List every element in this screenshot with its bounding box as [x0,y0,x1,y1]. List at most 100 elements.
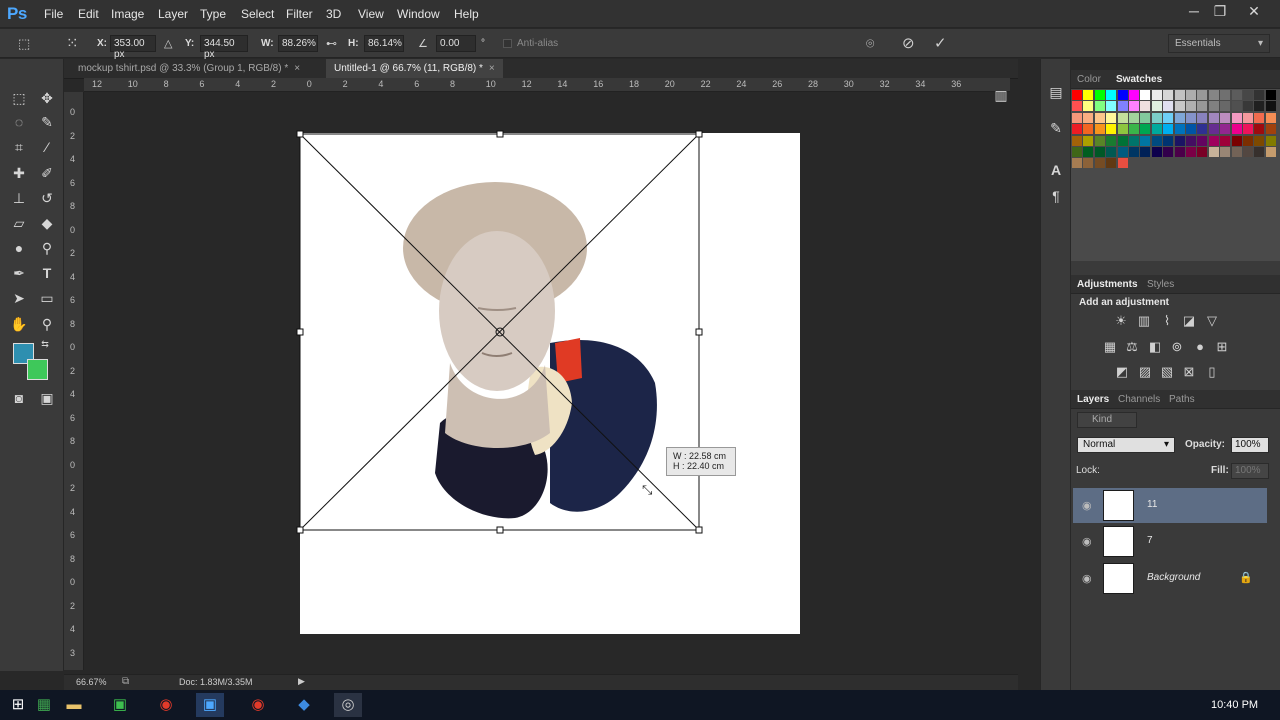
color-swatch[interactable] [1094,112,1105,123]
color-swatch[interactable] [1117,147,1128,157]
color-swatch[interactable] [1163,124,1174,135]
color-swatch[interactable] [1117,158,1128,169]
color-swatch[interactable] [1243,90,1253,100]
color-swatch[interactable] [1197,90,1208,100]
fill-input[interactable]: 100% [1231,463,1269,479]
swatches-grid[interactable] [1071,89,1280,261]
color-swatch[interactable] [1094,90,1105,100]
color-lookup-icon[interactable]: ⊞ [1214,340,1230,354]
color-swatch[interactable] [1243,124,1253,135]
color-swatch[interactable] [1083,147,1094,157]
color-swatch[interactable] [1140,112,1151,123]
color-swatch[interactable] [1163,90,1174,100]
color-swatch[interactable] [1129,112,1139,123]
channel-mixer-icon[interactable]: ● [1192,340,1208,354]
levels-icon[interactable]: ▥ [1136,314,1152,328]
color-swatch[interactable] [1197,124,1208,135]
color-swatch[interactable] [1186,135,1196,146]
color-swatch[interactable] [1231,147,1242,157]
tab-paths[interactable]: Paths [1169,394,1195,405]
color-swatch[interactable] [1117,124,1128,135]
layer-row-background[interactable]: ◉ Background 🔒 [1073,561,1267,596]
color-swatch[interactable] [1094,135,1105,146]
color-swatch[interactable] [1254,112,1265,123]
color-swatch[interactable] [1106,112,1117,123]
history-panel-icon[interactable]: ▤ [1045,81,1067,103]
color-swatch[interactable] [1220,147,1231,157]
color-swatch[interactable] [1129,124,1139,135]
color-swatch[interactable] [1140,147,1151,157]
color-swatch[interactable] [1186,101,1196,112]
color-swatch[interactable] [1174,90,1185,100]
collapsed-panel-icon[interactable]: ▥ [990,84,1012,106]
gradient-map-icon[interactable]: ▯ [1204,365,1220,379]
color-swatch[interactable] [1163,112,1174,123]
start-icon[interactable]: ⊞ [4,693,32,717]
color-swatch[interactable] [1151,135,1162,146]
paragraph-panel-icon[interactable]: ¶ [1045,185,1067,207]
export-icon[interactable]: ⧉ [122,676,129,687]
explorer-icon[interactable]: ▬ [60,693,88,717]
exposure-icon[interactable]: ◪ [1181,314,1197,328]
color-swatch[interactable] [1072,124,1082,135]
color-swatch[interactable] [1220,101,1231,112]
color-swatch[interactable] [1094,158,1105,169]
color-swatch[interactable] [1106,147,1117,157]
selective-color-icon[interactable]: ⊠ [1181,365,1197,379]
color-swatch[interactable] [1265,112,1276,123]
color-swatch[interactable] [1106,135,1117,146]
hue-saturation-icon[interactable]: ▦ [1102,340,1118,354]
color-swatch[interactable] [1197,147,1208,157]
color-swatch[interactable] [1243,101,1253,112]
color-swatch[interactable] [1140,135,1151,146]
app-icon[interactable]: ▣ [106,693,134,717]
color-swatch[interactable] [1186,112,1196,123]
blend-mode-select[interactable]: Normal ▾ [1077,437,1175,453]
color-swatch[interactable] [1072,90,1082,100]
color-swatch[interactable] [1117,135,1128,146]
color-swatch[interactable] [1140,90,1151,100]
color-swatch[interactable] [1072,135,1082,146]
color-swatch[interactable] [1243,147,1253,157]
color-swatch[interactable] [1197,112,1208,123]
color-swatch[interactable] [1094,101,1105,112]
photoshop-taskbar-icon[interactable]: ▣ [196,693,224,717]
color-swatch[interactable] [1083,101,1094,112]
color-swatch[interactable] [1197,135,1208,146]
threshold-icon[interactable]: ▧ [1159,365,1175,379]
invert-icon[interactable]: ◩ [1114,365,1130,379]
color-swatch[interactable] [1197,101,1208,112]
color-swatch[interactable] [1231,124,1242,135]
color-swatch[interactable] [1254,124,1265,135]
color-swatch[interactable] [1174,101,1185,112]
color-swatch[interactable] [1265,90,1276,100]
color-swatch[interactable] [1174,124,1185,135]
color-swatch[interactable] [1208,101,1219,112]
color-swatch[interactable] [1174,135,1185,146]
color-swatch[interactable] [1265,135,1276,146]
color-swatch[interactable] [1151,147,1162,157]
color-swatch[interactable] [1265,147,1276,157]
app-icon[interactable]: ▦ [30,693,58,717]
color-swatch[interactable] [1117,112,1128,123]
color-swatch[interactable] [1186,124,1196,135]
zoom-level[interactable]: 66.67% [76,677,107,687]
color-swatch[interactable] [1106,158,1117,169]
color-swatch[interactable] [1106,90,1117,100]
brush-panel-icon[interactable]: ✎ [1045,117,1067,139]
color-swatch[interactable] [1083,90,1094,100]
color-swatch[interactable] [1140,101,1151,112]
photo-filter-icon[interactable]: ⊚ [1169,340,1185,354]
layer-filter-select[interactable]: Kind [1077,412,1137,428]
color-swatch[interactable] [1254,135,1265,146]
color-swatch[interactable] [1151,101,1162,112]
color-swatch[interactable] [1243,112,1253,123]
eye-icon[interactable]: ◉ [1082,572,1092,585]
brightness-icon[interactable]: ☀ [1113,314,1129,328]
color-swatch[interactable] [1186,90,1196,100]
color-swatch[interactable] [1254,101,1265,112]
color-swatch[interactable] [1151,112,1162,123]
color-swatch[interactable] [1174,112,1185,123]
color-swatch[interactable] [1129,101,1139,112]
color-swatch[interactable] [1174,147,1185,157]
